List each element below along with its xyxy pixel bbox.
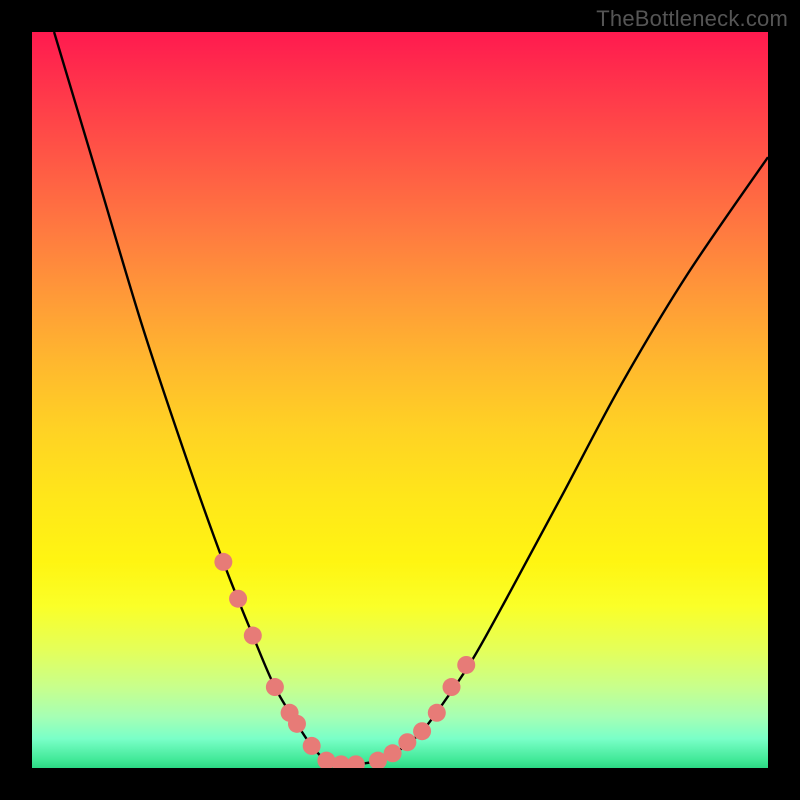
chart-frame: TheBottleneck.com (0, 0, 800, 800)
marker-dot (443, 678, 461, 696)
curve-path-group (54, 32, 768, 765)
marker-dot (214, 553, 232, 571)
marker-dot (347, 755, 365, 768)
curve-svg (32, 32, 768, 768)
marker-dot (384, 744, 402, 762)
marker-dots-group (214, 553, 475, 768)
bottleneck-curve (54, 32, 768, 765)
plot-area (32, 32, 768, 768)
marker-dot (398, 733, 416, 751)
marker-dot (288, 715, 306, 733)
marker-dot (457, 656, 475, 674)
marker-dot (428, 704, 446, 722)
marker-dot (244, 627, 262, 645)
marker-dot (303, 737, 321, 755)
marker-dot (266, 678, 284, 696)
marker-dot (413, 722, 431, 740)
marker-dot (229, 590, 247, 608)
watermark-text: TheBottleneck.com (596, 6, 788, 32)
